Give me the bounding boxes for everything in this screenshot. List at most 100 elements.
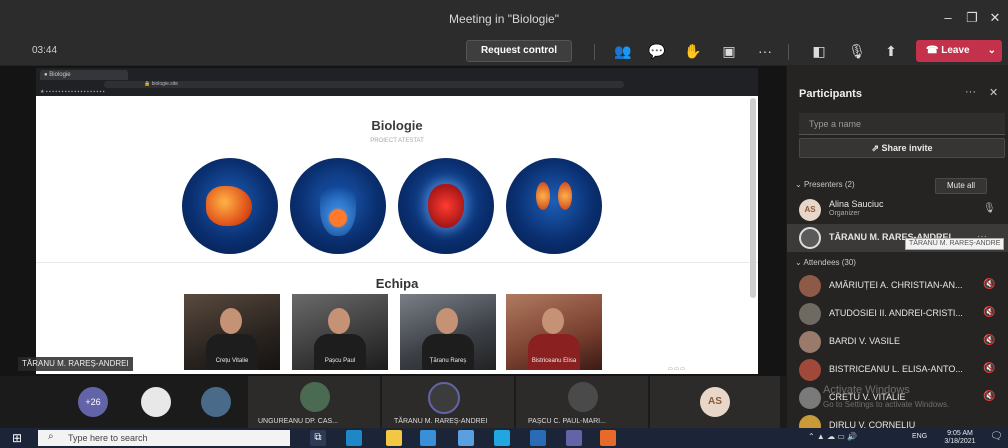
store-icon[interactable]: [420, 430, 436, 446]
leave-label: Leave: [941, 45, 970, 56]
avatar: [428, 382, 460, 414]
activate-windows-watermark: Activate Windows: [823, 384, 910, 396]
participants-icon[interactable]: 👥: [612, 41, 634, 61]
name-tooltip: TĂRANU M. RAREȘ-ANDRE: [905, 238, 1005, 250]
participant-search-input[interactable]: Type a name: [799, 113, 1005, 135]
notifications-icon[interactable]: 🗨: [990, 431, 1003, 442]
participant-role: Organizer: [829, 210, 860, 217]
team-title: Echipa: [375, 276, 419, 291]
avatar: [799, 359, 821, 381]
overflow-count: +26: [78, 387, 108, 417]
system-clock[interactable]: 9:05 AM 3/18/2021: [938, 430, 982, 446]
reactions-icon[interactable]: ✋: [682, 41, 704, 61]
attendees-header[interactable]: ⌄ Attendees (30): [795, 258, 856, 267]
task-view-icon[interactable]: ⧉: [310, 430, 326, 446]
leave-button[interactable]: ☎ Leave ⌄: [916, 40, 1002, 62]
avatar: [201, 387, 231, 417]
kidneys-image: [506, 158, 602, 254]
avatar: [799, 227, 821, 249]
participant-tile[interactable]: UNGUREANU DP. CAS...: [248, 376, 380, 428]
minimize-icon[interactable]: –: [938, 8, 958, 28]
avatar: [300, 382, 330, 412]
avatar: [799, 387, 821, 409]
microphone-muted-icon: 🔇: [983, 335, 996, 346]
presenter-name-label: TĂRANU M. RAREȘ-ANDREI: [18, 357, 133, 371]
page-scrollbar[interactable]: [750, 98, 756, 298]
maximize-icon[interactable]: ❐: [962, 8, 982, 28]
search-icon: ⌕: [48, 431, 54, 442]
video-strip: +26 UNGUREANU DP. CAS... TĂRANU M. RAREȘ…: [0, 376, 786, 428]
participant-name: ATUDOSIEI II. ANDREI-CRISTI...: [829, 308, 963, 318]
windows-taskbar: ⊞ Type here to search ⌕ ⧉ ⌃ ▲ ☁ ▭ 🔊 ENG …: [0, 428, 1008, 448]
browser-chrome: ● Biologie 🔒 biologie.site ★ ▪ ▪ ▪ ▪ ▪ ▪…: [36, 68, 758, 96]
participant-name: AMĂRIUȚEI A. CHRISTIAN-AN...: [829, 280, 963, 290]
edge-icon[interactable]: [346, 430, 362, 446]
mute-all-button[interactable]: Mute all: [935, 178, 987, 194]
teams-icon[interactable]: [566, 430, 582, 446]
avatar: [799, 415, 821, 428]
browser-bookmarks-bar: ★ ▪ ▪ ▪ ▪ ▪ ▪ ▪ ▪ ▪ ▪ ▪ ▪ ▪ ▪ ▪ ▪ ▪ ▪ ▪: [40, 89, 105, 95]
team-member-name: Țăranu Rareș: [429, 358, 467, 364]
team-member-card: Țăranu Rareș: [400, 294, 496, 370]
more-actions-button[interactable]: ···: [754, 41, 776, 61]
share-screen-icon[interactable]: ⬆: [880, 41, 902, 61]
close-icon[interactable]: ✕: [985, 8, 1005, 28]
microphone-icon[interactable]: 🎙: [846, 41, 868, 61]
participant-row[interactable]: BARDI V. VASILE 🔇: [787, 328, 1008, 356]
panel-title: Participants: [799, 88, 862, 100]
app-icon[interactable]: [530, 430, 546, 446]
avatar: [799, 303, 821, 325]
system-tray-icons[interactable]: ⌃ ▲ ☁ ▭ 🔊: [808, 432, 857, 441]
share-icon: ⇗: [871, 143, 882, 153]
browser-tab: ● Biologie: [40, 70, 128, 80]
windows-start-icon[interactable]: ⊞: [12, 431, 22, 445]
meeting-toolbar: 03:44 Request control 👥 💬 ✋ ▣ ··· ◧ 🎙 ⬆ …: [0, 36, 1008, 66]
participant-tile[interactable]: PAȘCU C. PAUL-MARI...: [516, 376, 648, 428]
participant-tile[interactable]: [186, 376, 246, 428]
presenters-header[interactable]: ⌄ Presenters (2): [795, 180, 855, 189]
request-control-button[interactable]: Request control: [466, 40, 572, 62]
chevron-down-icon: ⌄: [987, 45, 996, 56]
microphone-muted-icon: 🔇: [983, 391, 996, 402]
clock-time: 9:05 AM: [947, 430, 973, 437]
skype-icon[interactable]: [494, 430, 510, 446]
overflow-participants-tile[interactable]: +26: [60, 376, 124, 428]
participant-row[interactable]: AS Alina Sauciuc Organizer 🎙: [787, 196, 1008, 224]
team-member-card: Bistriceanu Elisa: [506, 294, 602, 370]
share-invite-button[interactable]: ⇗ Share invite: [799, 138, 1005, 158]
participant-name: Alina Sauciuc: [829, 199, 884, 209]
clock-date: 3/18/2021: [944, 438, 976, 445]
participant-tile[interactable]: AS: [650, 376, 780, 428]
team-member-name: Crețu Vitalie: [215, 358, 249, 364]
stomach-image: [182, 158, 278, 254]
team-member-name: Pașcu Paul: [324, 358, 356, 364]
title-bar: Meeting in "Biologie" – ❐ ✕: [0, 0, 1008, 36]
firefox-icon[interactable]: [600, 430, 616, 446]
panel-close-icon[interactable]: ✕: [989, 86, 998, 99]
microphone-icon: 🎙: [983, 203, 996, 214]
mail-icon[interactable]: [458, 430, 474, 446]
participant-tile[interactable]: [126, 376, 186, 428]
participant-tile-speaking[interactable]: TĂRANU M. RAREȘ-ANDREI: [382, 376, 514, 428]
panel-more-icon[interactable]: ···: [965, 86, 976, 98]
microphone-muted-icon: 🔇: [983, 279, 996, 290]
phone-icon: ☎: [926, 45, 942, 56]
participant-row[interactable]: ATUDOSIEI II. ANDREI-CRISTI... 🔇: [787, 300, 1008, 328]
camera-off-icon[interactable]: ◧: [808, 41, 830, 61]
taskbar-search-input[interactable]: Type here to search: [38, 430, 290, 446]
meeting-timer: 03:44: [32, 45, 58, 56]
rooms-icon[interactable]: ▣: [718, 41, 740, 61]
activate-windows-hint: Go to Settings to activate Windows.: [823, 400, 950, 409]
window-title: Meeting in "Biologie": [449, 12, 559, 26]
participant-row[interactable]: AMĂRIUȚEI A. CHRISTIAN-AN... 🔇: [787, 272, 1008, 300]
share-invite-label: Share invite: [881, 143, 933, 153]
participant-row[interactable]: BISTRICEANU L. ELISA-ANTO... 🔇: [787, 356, 1008, 384]
participants-panel: Participants ··· ✕ Type a name ⇗ Share i…: [786, 66, 1008, 428]
file-explorer-icon[interactable]: [386, 430, 402, 446]
browser-address-bar: 🔒 biologie.site: [104, 81, 624, 88]
chat-icon[interactable]: 💬: [646, 41, 668, 61]
participant-row[interactable]: DIRLU V. CORNELIU: [787, 412, 1008, 428]
participant-tile-name: UNGUREANU DP. CAS...: [258, 418, 338, 425]
team-member-card: Crețu Vitalie: [184, 294, 280, 370]
language-indicator[interactable]: ENG: [912, 433, 927, 440]
